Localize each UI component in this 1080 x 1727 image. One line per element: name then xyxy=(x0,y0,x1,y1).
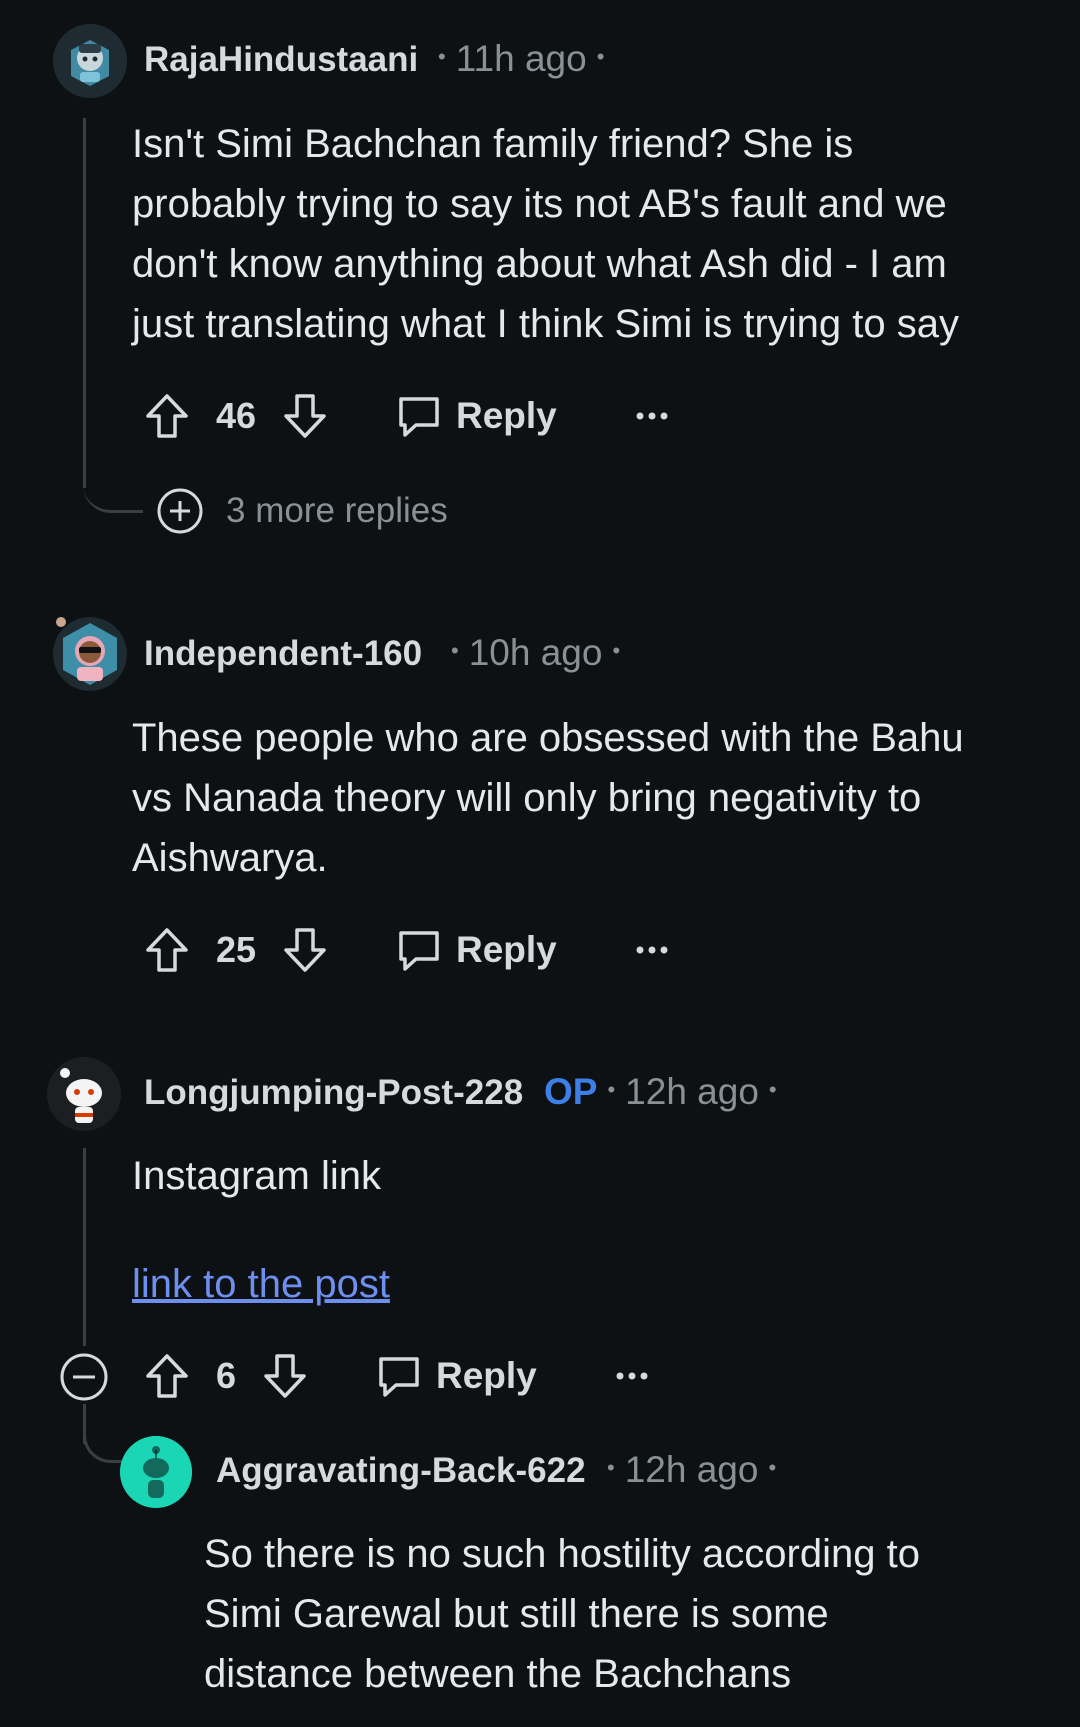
comment-meta: • 11h ago • xyxy=(428,38,614,80)
separator-dot: • xyxy=(451,638,459,664)
reply-icon xyxy=(399,397,439,437)
ellipsis-icon xyxy=(636,412,668,420)
comment-line: So there is no such hostility according … xyxy=(204,1532,920,1576)
comment-time: 12h ago xyxy=(624,1449,759,1490)
user-avatar[interactable] xyxy=(47,1057,121,1131)
downvote-icon xyxy=(284,928,326,972)
comment-time: 11h ago xyxy=(455,38,587,79)
user-avatar[interactable] xyxy=(53,24,127,98)
comment-actions: 6 Reply xyxy=(140,1346,700,1406)
thread-line[interactable] xyxy=(83,118,86,488)
comment-actions: 46 Reply xyxy=(140,386,700,446)
upvote-button[interactable] xyxy=(144,386,190,446)
ellipsis-icon xyxy=(616,1372,648,1380)
comment-line: just translating what I think Simi is tr… xyxy=(132,302,959,346)
downvote-button[interactable] xyxy=(282,920,328,980)
comment-text: Instagram link xyxy=(132,1154,381,1198)
expand-plus-icon xyxy=(157,488,203,534)
reply-label: Reply xyxy=(456,395,557,436)
more-replies-label: 3 more replies xyxy=(226,491,448,530)
snoo-avatar-image xyxy=(120,1436,192,1508)
vote-count: 6 xyxy=(216,1355,237,1396)
comment-meta: • 10h ago • xyxy=(441,632,630,674)
comment-actions: 25 Reply xyxy=(140,920,700,980)
collapse-thread-button[interactable] xyxy=(59,1352,109,1407)
collapse-minus-icon xyxy=(60,1353,108,1401)
post-link[interactable]: link to the post xyxy=(132,1254,390,1314)
user-avatar[interactable] xyxy=(53,617,127,691)
upvote-icon xyxy=(146,1354,188,1398)
comment-time: 12h ago xyxy=(625,1071,759,1112)
separator-dot: • xyxy=(438,44,446,70)
user-avatar[interactable] xyxy=(120,1436,192,1508)
more-options-button[interactable] xyxy=(636,920,668,980)
comment-line: don't know anything about what Ash did -… xyxy=(132,242,947,286)
reply-icon xyxy=(379,1357,419,1397)
comment-meta: OP • 12h ago • xyxy=(544,1071,787,1113)
upvote-icon xyxy=(146,394,188,438)
reply-label: Reply xyxy=(436,1355,537,1396)
reply-button[interactable]: Reply xyxy=(376,1346,537,1406)
avatar-image xyxy=(53,24,127,98)
comment-body: Instagram link xyxy=(132,1146,381,1206)
downvote-icon xyxy=(264,1354,306,1398)
thread-line[interactable] xyxy=(83,1148,86,1346)
reply-label: Reply xyxy=(456,929,557,970)
vote-count: 46 xyxy=(216,395,257,436)
avatar-online-dot xyxy=(56,617,66,627)
reply-icon xyxy=(399,931,439,971)
comment-body: These people who are obsessed with the B… xyxy=(132,708,964,888)
separator-dot: • xyxy=(612,638,621,664)
comment-line: vs Nanada theory will only bring negativ… xyxy=(132,776,922,820)
thread-connector xyxy=(83,470,143,513)
upvote-button[interactable] xyxy=(144,920,190,980)
vote-count: 25 xyxy=(216,929,257,970)
comment-username[interactable]: Independent-160 xyxy=(144,634,422,674)
downvote-icon xyxy=(284,394,326,438)
thread-connector xyxy=(83,1420,124,1463)
more-replies-button[interactable]: 3 more replies xyxy=(156,486,448,536)
more-options-button[interactable] xyxy=(616,1346,648,1406)
comment-body: So there is no such hostility according … xyxy=(204,1524,920,1704)
avatar-image xyxy=(63,623,117,685)
reply-button[interactable]: Reply xyxy=(396,920,557,980)
comment-meta: • 12h ago • xyxy=(597,1449,786,1491)
upvote-icon xyxy=(146,928,188,972)
comment-username[interactable]: RajaHindustaani xyxy=(144,40,418,80)
comment-line: Simi Garewal but still there is some xyxy=(204,1592,829,1636)
comment-line: These people who are obsessed with the B… xyxy=(132,716,964,760)
more-options-button[interactable] xyxy=(636,386,668,446)
comment-line: probably trying to say its not AB's faul… xyxy=(132,182,947,226)
separator-dot: • xyxy=(596,44,605,70)
downvote-button[interactable] xyxy=(282,386,328,446)
comment-username[interactable]: Aggravating-Back-622 xyxy=(216,1451,586,1491)
separator-dot: • xyxy=(607,1455,615,1481)
upvote-button[interactable] xyxy=(144,1346,190,1406)
op-badge: OP xyxy=(544,1071,598,1112)
comment-body: Isn't Simi Bachchan family friend? She i… xyxy=(132,114,959,354)
ellipsis-icon xyxy=(636,946,668,954)
downvote-button[interactable] xyxy=(262,1346,308,1406)
comment-line: Aishwarya. xyxy=(132,836,328,880)
reply-button[interactable]: Reply xyxy=(396,386,557,446)
comment-line: Isn't Simi Bachchan family friend? She i… xyxy=(132,122,854,166)
separator-dot: • xyxy=(607,1077,616,1103)
comment-line: distance between the Bachchans xyxy=(204,1652,792,1696)
comment-username[interactable]: Longjumping-Post-228 xyxy=(144,1073,523,1113)
comment-time: 10h ago xyxy=(468,632,603,673)
snoo-avatar-image xyxy=(47,1057,121,1131)
separator-dot: • xyxy=(768,1077,777,1103)
separator-dot: • xyxy=(768,1455,777,1481)
